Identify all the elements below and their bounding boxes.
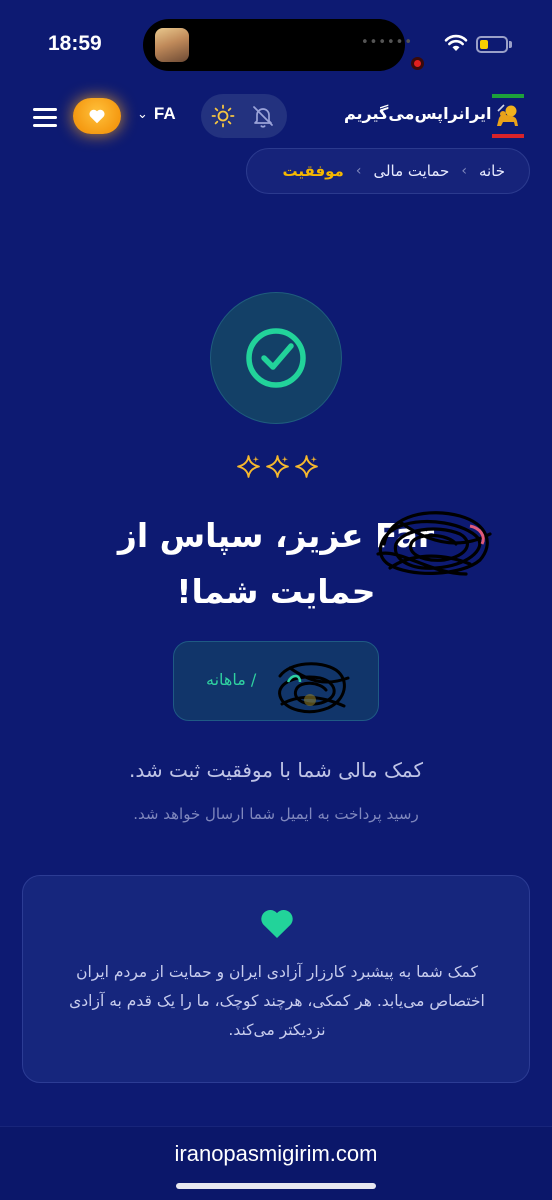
breadcrumb: خانه ‹ حمایت مالی ‹ موفقیت	[246, 148, 530, 194]
island-avatar	[155, 28, 189, 62]
battery-icon	[476, 36, 508, 53]
heart-icon	[261, 910, 293, 938]
breadcrumb-donation[interactable]: حمایت مالی	[373, 162, 449, 180]
header-toggle-group	[201, 94, 287, 138]
heart-icon	[89, 109, 105, 124]
battery-level	[480, 40, 488, 49]
status-time: 18:59	[48, 32, 102, 55]
donate-heart-button[interactable]	[73, 98, 121, 134]
battery-tip	[509, 41, 512, 48]
sparkles-icon	[236, 454, 320, 484]
language-selector[interactable]: ⌄ FA	[137, 104, 176, 124]
brand-name[interactable]: ایرانراپس‌می‌گیریم	[344, 104, 491, 123]
donation-period: / ماهانه	[206, 670, 257, 689]
sparkle-icon	[266, 455, 289, 478]
success-message: کمک مالی شما با موفقیت ثبت شد.	[128, 758, 424, 782]
dynamic-island[interactable]: ••••••	[143, 19, 424, 71]
redaction-scribble	[278, 662, 350, 713]
impact-info-text: کمک شما به پیشبرد کارزار آزادی ایران و ح…	[69, 963, 485, 1039]
bell-off-icon[interactable]	[251, 104, 275, 128]
language-label: FA	[153, 104, 176, 123]
success-badge	[210, 292, 342, 424]
site-logo[interactable]	[492, 94, 524, 138]
island-dots: ••••••	[361, 35, 414, 50]
donation-amount-badge: / ماهانه	[173, 641, 379, 721]
breadcrumb-home[interactable]: خانه	[479, 162, 505, 180]
check-circle-icon	[246, 328, 306, 388]
site-header: ⌄ FA ایرانراپس‌می‌گیریم	[0, 88, 552, 148]
sun-icon[interactable]	[211, 104, 235, 128]
breadcrumb-current: موفقیت	[282, 162, 344, 180]
url-text[interactable]: iranopasmigirim.com	[0, 1141, 552, 1167]
sparkle-icon	[295, 455, 318, 478]
browser-address-bar[interactable]: iranopasmigirim.com	[0, 1126, 552, 1200]
lion-and-sun-icon	[497, 104, 518, 126]
chevron-down-icon: ⌄	[137, 106, 148, 122]
impact-info-card: کمک شما به پیشبرد کارزار آزادی ایران و ح…	[22, 875, 530, 1083]
chevron-left-icon: ‹	[461, 163, 467, 179]
sparkle-icon	[237, 455, 260, 478]
hamburger-icon[interactable]	[33, 108, 57, 128]
wifi-icon	[444, 34, 468, 51]
status-bar: 18:59 ••••••	[0, 0, 552, 88]
recording-indicator-icon	[411, 57, 424, 70]
chevron-left-icon: ‹	[355, 163, 362, 179]
home-indicator[interactable]	[176, 1183, 376, 1189]
redaction-scribble	[376, 511, 492, 576]
receipt-message: رسید پرداخت به ایمیل شما ارسال خواهد شد.	[133, 805, 419, 823]
